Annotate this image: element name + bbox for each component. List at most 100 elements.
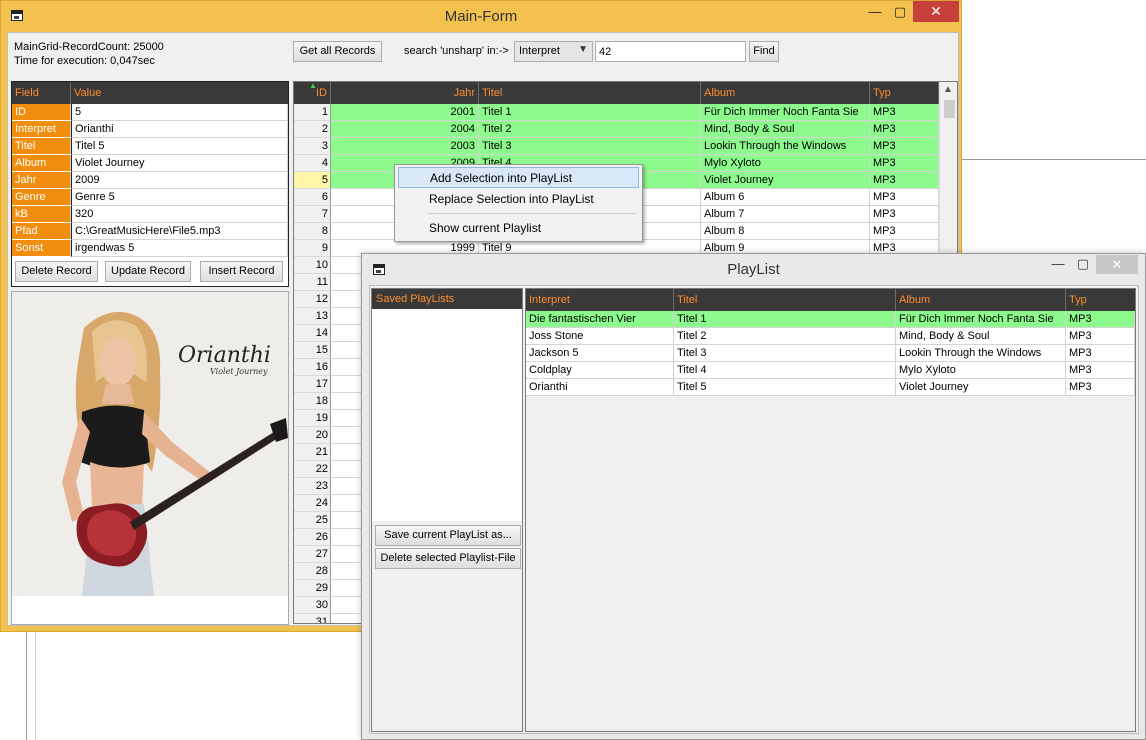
row-number-cell[interactable]: 23 [294, 478, 331, 495]
row-number-cell[interactable]: 21 [294, 444, 331, 461]
playlist-typ-cell[interactable]: MP3 [1066, 311, 1135, 328]
menu-add-selection[interactable]: Add Selection into PlayList [398, 167, 639, 188]
header-album[interactable]: Album [701, 82, 870, 104]
header-value[interactable]: Value [71, 82, 288, 104]
row-number-cell[interactable]: 19 [294, 410, 331, 427]
row-number-cell[interactable]: 18 [294, 393, 331, 410]
playlist-interpret-cell[interactable]: Coldplay [526, 362, 674, 379]
minimize-icon[interactable]: — [1046, 254, 1070, 274]
album-cell[interactable]: Mind, Body & Soul [701, 121, 870, 138]
field-value-cell[interactable]: Orianthi [71, 121, 288, 138]
titel-cell[interactable]: Titel 3 [479, 138, 701, 155]
typ-cell[interactable]: MP3 [870, 206, 939, 223]
playlist-interpret-cell[interactable]: Die fantastischen Vier [526, 311, 674, 328]
jahr-cell[interactable]: 2004 [331, 121, 479, 138]
typ-cell[interactable]: MP3 [870, 155, 939, 172]
maximize-icon[interactable]: ▢ [887, 1, 913, 22]
jahr-cell[interactable]: 2003 [331, 138, 479, 155]
row-number-cell[interactable]: 2 [294, 121, 331, 138]
row-number-cell[interactable]: 31 [294, 614, 331, 623]
row-number-cell[interactable]: 12 [294, 291, 331, 308]
playlist-titel-cell[interactable]: Titel 5 [674, 379, 896, 396]
playlist-interpret-cell[interactable]: Joss Stone [526, 328, 674, 345]
header-field[interactable]: Field [12, 82, 71, 104]
typ-cell[interactable]: MP3 [870, 223, 939, 240]
row-number-cell[interactable]: 11 [294, 274, 331, 291]
field-value-cell[interactable]: Titel 5 [71, 138, 288, 155]
field-value-cell[interactable]: 5 [71, 104, 288, 121]
menu-replace-selection[interactable]: Replace Selection into PlayList [398, 189, 639, 210]
field-value-cell[interactable]: Genre 5 [71, 189, 288, 206]
row-number-cell[interactable]: 17 [294, 376, 331, 393]
saved-playlists-list[interactable] [372, 309, 522, 521]
row-number-cell[interactable]: 29 [294, 580, 331, 597]
delete-record-button[interactable]: Delete Record [15, 261, 98, 282]
playlist-grid[interactable]: Interpret Titel Album Typ Die fantastisc… [525, 288, 1136, 732]
field-value-cell[interactable]: 320 [71, 206, 288, 223]
row-number-cell[interactable]: 10 [294, 257, 331, 274]
playlist-album-cell[interactable]: Für Dich Immer Noch Fanta Sie [896, 311, 1066, 328]
playlist-titel-cell[interactable]: Titel 2 [674, 328, 896, 345]
row-number-cell[interactable]: 1 [294, 104, 331, 121]
header-id[interactable]: ▲ ID [294, 82, 331, 104]
playlist-album-cell[interactable]: Mylo Xyloto [896, 362, 1066, 379]
jahr-cell[interactable]: 2001 [331, 104, 479, 121]
playlist-album-cell[interactable]: Violet Journey [896, 379, 1066, 396]
playlist-typ-cell[interactable]: MP3 [1066, 362, 1135, 379]
album-cell[interactable]: Album 7 [701, 206, 870, 223]
delete-playlist-button[interactable]: Delete selected Playlist-File [375, 548, 521, 569]
update-record-button[interactable]: Update Record [105, 261, 191, 282]
typ-cell[interactable]: MP3 [870, 104, 939, 121]
playlist-titel-cell[interactable]: Titel 4 [674, 362, 896, 379]
row-number-cell[interactable]: 28 [294, 563, 331, 580]
row-number-cell[interactable]: 6 [294, 189, 331, 206]
titel-cell[interactable]: Titel 2 [479, 121, 701, 138]
row-number-cell[interactable]: 4 [294, 155, 331, 172]
row-number-cell[interactable]: 5 [294, 172, 331, 189]
typ-cell[interactable]: MP3 [870, 172, 939, 189]
search-input[interactable] [595, 41, 746, 62]
row-number-cell[interactable]: 8 [294, 223, 331, 240]
menu-show-playlist[interactable]: Show current Playlist [398, 218, 639, 239]
playlist-typ-cell[interactable]: MP3 [1066, 328, 1135, 345]
album-cell[interactable]: Mylo Xyloto [701, 155, 870, 172]
playlist-interpret-cell[interactable]: Orianthi [526, 379, 674, 396]
playlist-interpret-cell[interactable]: Jackson 5 [526, 345, 674, 362]
row-number-cell[interactable]: 25 [294, 512, 331, 529]
field-value-cell[interactable]: 2009 [71, 172, 288, 189]
row-number-cell[interactable]: 15 [294, 342, 331, 359]
save-playlist-button[interactable]: Save current PlayList as... [375, 525, 521, 546]
get-all-records-button[interactable]: Get all Records [293, 41, 382, 62]
search-field-select[interactable]: Interpret ▼ [514, 41, 593, 62]
find-button[interactable]: Find [749, 41, 779, 62]
row-number-cell[interactable]: 7 [294, 206, 331, 223]
header-titel[interactable]: Titel [674, 289, 896, 311]
insert-record-button[interactable]: Insert Record [200, 261, 283, 282]
album-cell[interactable]: Album 8 [701, 223, 870, 240]
header-titel[interactable]: Titel [479, 82, 701, 104]
row-number-cell[interactable]: 30 [294, 597, 331, 614]
row-number-cell[interactable]: 3 [294, 138, 331, 155]
field-value-cell[interactable]: C:\GreatMusicHere\File5.mp3 [71, 223, 288, 240]
album-cell[interactable]: Violet Journey [701, 172, 870, 189]
header-album[interactable]: Album [896, 289, 1066, 311]
row-number-cell[interactable]: 20 [294, 427, 331, 444]
row-number-cell[interactable]: 14 [294, 325, 331, 342]
maximize-icon[interactable]: ▢ [1070, 254, 1096, 274]
playlist-album-cell[interactable]: Mind, Body & Soul [896, 328, 1066, 345]
row-number-cell[interactable]: 27 [294, 546, 331, 563]
scrollbar-thumb[interactable] [944, 100, 955, 118]
playlist-titel-cell[interactable]: Titel 1 [674, 311, 896, 328]
row-number-cell[interactable]: 22 [294, 461, 331, 478]
playlist-typ-cell[interactable]: MP3 [1066, 379, 1135, 396]
header-typ[interactable]: Typ [1066, 289, 1135, 311]
scroll-up-icon[interactable]: ▲ [943, 84, 953, 95]
album-cell[interactable]: Lookin Through the Windows [701, 138, 870, 155]
header-typ[interactable]: Typ [870, 82, 939, 104]
close-icon[interactable]: ✕ [1096, 255, 1138, 274]
playlist-typ-cell[interactable]: MP3 [1066, 345, 1135, 362]
main-titlebar[interactable]: Main-Form — ▢ ✕ [1, 1, 961, 31]
typ-cell[interactable]: MP3 [870, 138, 939, 155]
playlist-album-cell[interactable]: Lookin Through the Windows [896, 345, 1066, 362]
playlist-titel-cell[interactable]: Titel 3 [674, 345, 896, 362]
